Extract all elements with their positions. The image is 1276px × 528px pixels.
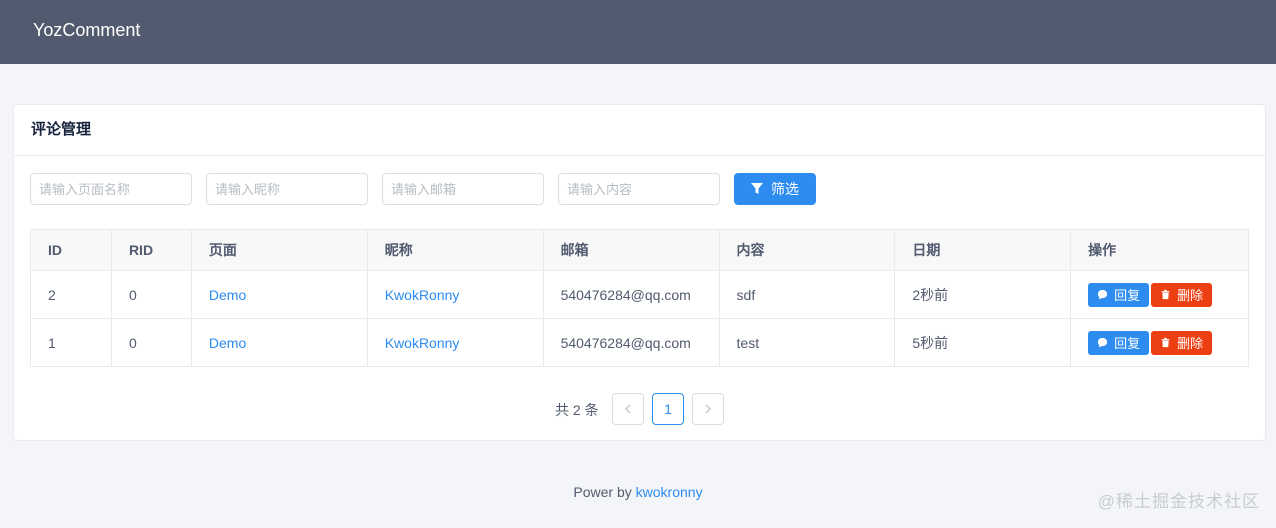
comment-management-card: 评论管理 筛选 ID RID 页面 昵称 邮箱 内容 日期 操作 <box>13 104 1266 441</box>
cell-rid: 0 <box>110 318 192 367</box>
column-header-nickname: 昵称 <box>366 229 544 271</box>
app-title: YozComment <box>33 20 141 40</box>
watermark: @稀土掘金技术社区 <box>1097 492 1260 511</box>
top-bar: YozComment <box>0 0 1276 64</box>
page-number-button[interactable]: 1 <box>652 393 684 425</box>
cell-content: test <box>718 318 896 367</box>
footer-link[interactable]: kwokronny <box>636 484 703 500</box>
content-input[interactable] <box>558 173 720 205</box>
column-header-rid: RID <box>110 229 192 271</box>
column-header-id: ID <box>30 229 112 271</box>
cell-email: 540476284@qq.com <box>542 270 720 319</box>
pagination: 共 2 条 1 <box>14 393 1267 425</box>
page-link[interactable]: Demo <box>209 335 246 351</box>
nickname-link[interactable]: KwokRonny <box>385 335 460 351</box>
delete-label: 删除 <box>1177 336 1204 351</box>
chevron-left-icon <box>625 404 631 414</box>
cell-id: 2 <box>30 270 112 319</box>
reply-button[interactable]: 回复 <box>1088 282 1150 307</box>
trash-icon <box>1161 289 1170 300</box>
filter-icon <box>751 183 763 194</box>
prev-page-button[interactable] <box>612 393 644 425</box>
column-header-date: 日期 <box>894 229 1072 271</box>
cell-date: 5秒前 <box>894 318 1072 367</box>
delete-button[interactable]: 删除 <box>1151 282 1213 307</box>
column-header-content: 内容 <box>718 229 896 271</box>
cell-id: 1 <box>30 318 112 367</box>
pagination-total: 共 2 条 <box>555 402 599 418</box>
next-page-button[interactable] <box>692 393 724 425</box>
cell-email: 540476284@qq.com <box>542 318 720 367</box>
comments-table: ID RID 页面 昵称 邮箱 内容 日期 操作 2 0 Demo KwokRo… <box>30 229 1249 367</box>
page-name-input[interactable] <box>30 173 192 205</box>
filter-button[interactable]: 筛选 <box>734 173 816 205</box>
column-header-page: 页面 <box>190 229 368 271</box>
footer: Power by kwokronny <box>0 484 1276 500</box>
cell-content: sdf <box>718 270 896 319</box>
footer-prefix: Power by <box>573 484 632 500</box>
table-row: 2 0 Demo KwokRonny 540476284@qq.com sdf … <box>30 270 1249 319</box>
nickname-input[interactable] <box>206 173 368 205</box>
reply-button[interactable]: 回复 <box>1088 330 1150 355</box>
column-header-actions: 操作 <box>1070 229 1249 271</box>
cell-date: 2秒前 <box>894 270 1072 319</box>
table-header-row: ID RID 页面 昵称 邮箱 内容 日期 操作 <box>30 229 1249 271</box>
nickname-link[interactable]: KwokRonny <box>385 287 460 303</box>
card-header: 评论管理 <box>14 105 1265 156</box>
chat-bubble-icon <box>1098 337 1108 348</box>
trash-icon <box>1161 337 1170 348</box>
cell-actions: 回复 删除 <box>1070 318 1249 367</box>
page-link[interactable]: Demo <box>209 287 246 303</box>
reply-label: 回复 <box>1114 288 1141 303</box>
delete-label: 删除 <box>1177 288 1204 303</box>
reply-label: 回复 <box>1114 336 1141 351</box>
chevron-right-icon <box>705 404 711 414</box>
email-input[interactable] <box>382 173 544 205</box>
cell-rid: 0 <box>110 270 192 319</box>
table-row: 1 0 Demo KwokRonny 540476284@qq.com test… <box>30 318 1249 367</box>
column-header-email: 邮箱 <box>542 229 720 271</box>
chat-bubble-icon <box>1098 289 1108 300</box>
cell-actions: 回复 删除 <box>1070 270 1249 319</box>
card-title: 评论管理 <box>31 121 92 138</box>
filter-button-label: 筛选 <box>771 181 799 197</box>
delete-button[interactable]: 删除 <box>1151 330 1213 355</box>
